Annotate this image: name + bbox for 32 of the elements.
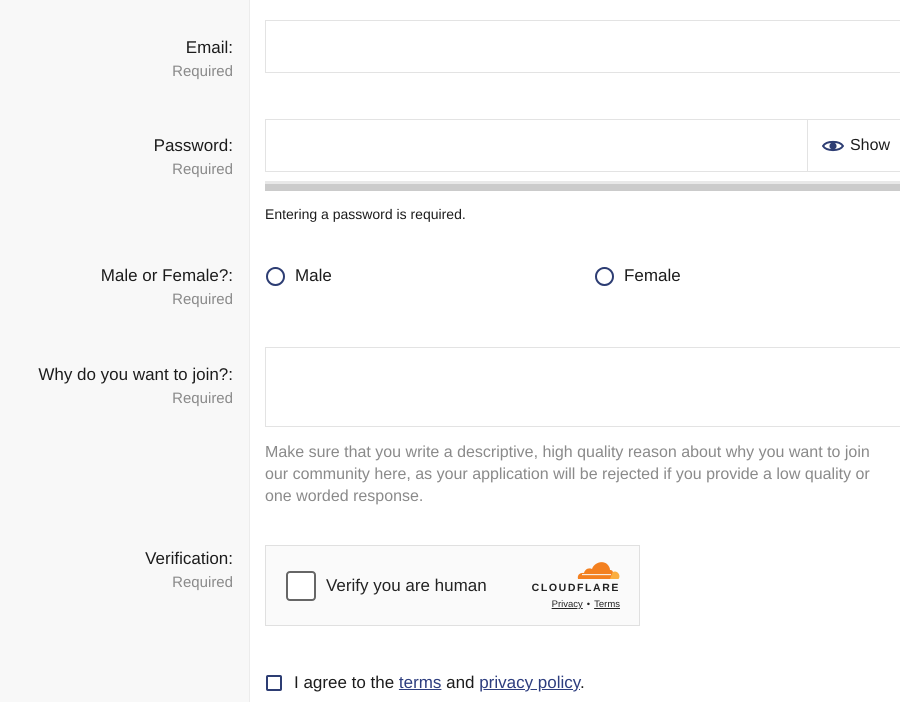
show-password-button[interactable]: Show [807, 119, 900, 172]
inline-link[interactable]: terms [398, 673, 442, 692]
radio-button[interactable] [266, 266, 285, 286]
password-field[interactable] [265, 119, 807, 172]
footer-link[interactable]: Privacy [552, 599, 583, 611]
inline-link[interactable]: privacy policy [479, 673, 580, 692]
required-note: Required [172, 62, 233, 82]
radio-label[interactable]: Female [624, 264, 681, 288]
required-note: Required [172, 573, 233, 593]
captcha-checkbox[interactable] [286, 570, 316, 600]
required-note: Required [172, 389, 233, 409]
field-label: Why do you want to join?: [38, 364, 233, 386]
required-note: Required [172, 160, 233, 180]
agreement-text: I agree to the terms and privacy policy. [294, 672, 585, 694]
captcha-prompt: Verify you are human [326, 574, 487, 596]
field-label: Password: [154, 135, 233, 157]
input-field[interactable] [265, 20, 900, 73]
radio-button[interactable] [595, 266, 614, 286]
validation-message: Entering a password is required. [265, 205, 467, 224]
textarea-field[interactable] [265, 347, 900, 427]
cloud-icon [576, 560, 620, 580]
agree-checkbox[interactable] [266, 675, 282, 691]
field-label: Verification: [145, 548, 233, 570]
bullet-separator: • [586, 599, 590, 611]
footer-link[interactable]: Terms [594, 599, 620, 611]
eye-icon [822, 138, 844, 152]
help-text: Make sure that you write a descriptive, high quality reason about why you want to join our community here, as your application will be rejected if you provide a low quality or one worded response. [265, 443, 871, 507]
required-note: Required [172, 290, 233, 310]
field-label: Email: [186, 37, 233, 59]
logo-wordmark: CLOUDFLARE [532, 582, 620, 594]
radio-label[interactable]: Male [295, 264, 332, 288]
field-label: Male or Female?: [100, 265, 233, 287]
